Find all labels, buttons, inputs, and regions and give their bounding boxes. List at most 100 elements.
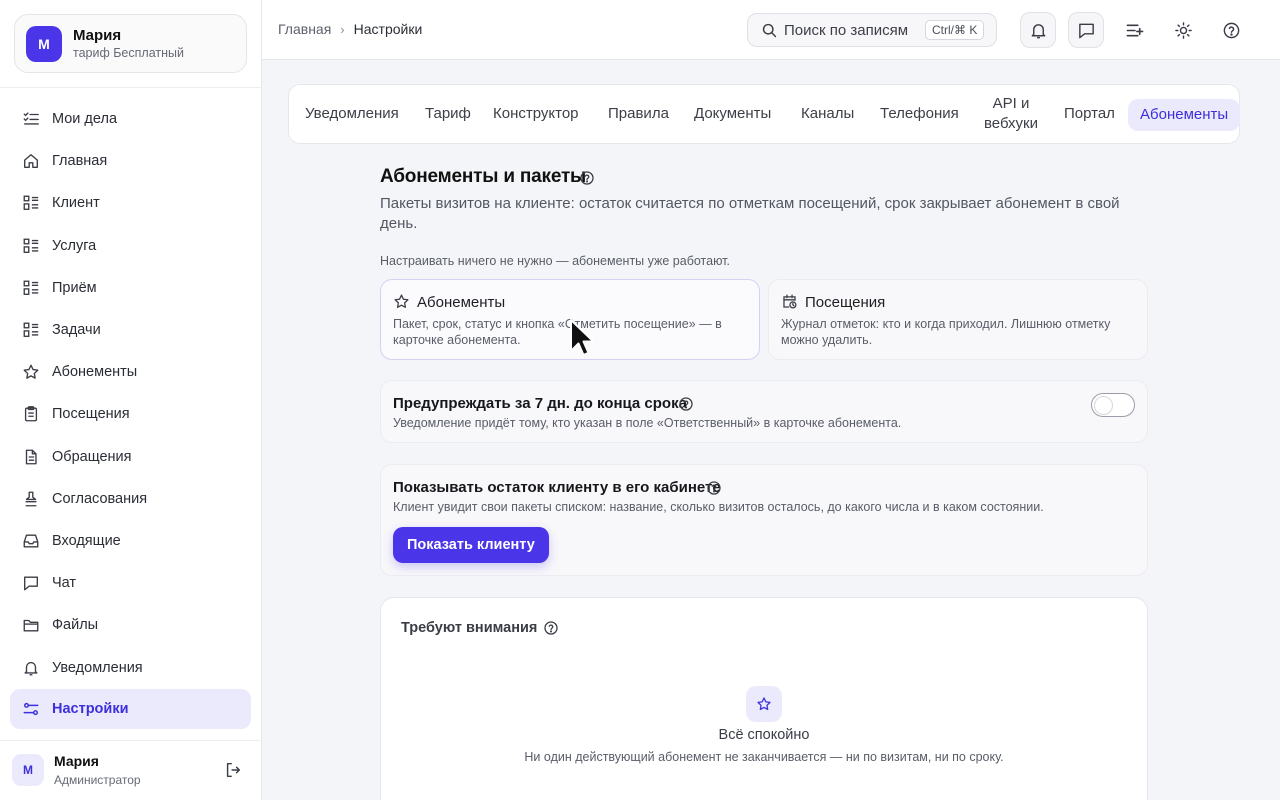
org-plan: тариф Бесплатный (73, 46, 184, 60)
empty-state-icon-box (746, 686, 782, 722)
sidebar-item-label: Задачи (52, 322, 101, 339)
sidebar-item-appointment[interactable]: Приём (10, 267, 251, 309)
sidebar-item-label: Посещения (52, 406, 130, 423)
list-icon (23, 196, 39, 211)
user-role: Администратор (54, 773, 141, 787)
attention-card: Требуют внимания Всё спокойно Ни один де… (380, 597, 1148, 800)
sidebar-item-chat[interactable]: Чат (10, 562, 251, 604)
tab-api-webhooks[interactable]: API и вебхуки (979, 85, 1043, 143)
logout-icon[interactable] (224, 761, 242, 779)
sidebar-item-inbox[interactable]: Входящие (10, 520, 251, 562)
user-name: Мария (54, 753, 99, 769)
sidebar-item-requests[interactable]: Обращения (10, 436, 251, 478)
user-profile[interactable]: М Мария Администратор (12, 752, 248, 788)
sidebar-item-label: Чат (52, 575, 77, 592)
sidebar-item-approvals[interactable]: Согласования (10, 478, 251, 520)
empty-state-title: Всё спокойно (718, 727, 810, 743)
tile-title: Абонементы (417, 294, 506, 311)
help-button[interactable] (1213, 12, 1249, 48)
breadcrumb-separator: › (340, 21, 345, 37)
sidebar-item-label: Входящие (52, 532, 121, 549)
bell-icon (1031, 23, 1045, 38)
setting-title: Предупреждать за 7 дн. до конца срока (393, 395, 687, 412)
folder-icon (23, 620, 39, 632)
notifications-button[interactable] (1020, 12, 1056, 48)
setting-title: Показывать остаток клиенту в его кабинет… (393, 479, 721, 496)
show-to-client-button[interactable]: Показать клиенту (393, 527, 549, 563)
star-icon (23, 364, 39, 380)
document-icon (25, 449, 37, 465)
tab-constructor[interactable]: Конструктор (493, 85, 579, 143)
settings-sliders-icon (23, 702, 39, 715)
search-box[interactable]: Ctrl/⌘ K (747, 13, 997, 47)
page-description: Пакеты визитов на клиенте: остаток счита… (380, 195, 1120, 232)
star-icon (394, 294, 409, 308)
sidebar: М Мария тариф Бесплатный Мои дела Главна… (0, 0, 262, 800)
sidebar-item-client[interactable]: Клиент (10, 182, 251, 224)
theme-toggle-button[interactable] (1165, 12, 1201, 48)
tile-description: Пакет, срок, статус и кнопка «Отметить п… (393, 317, 722, 347)
sidebar-item-label: Уведомления (52, 659, 143, 676)
help-icon[interactable] (543, 620, 559, 636)
calendar-clock-icon (783, 294, 797, 309)
tab-telephony[interactable]: Телефония (880, 85, 959, 143)
org-avatar: М (26, 26, 62, 62)
tab-notifications[interactable]: Уведомления (305, 85, 399, 143)
sidebar-item-label: Клиент (52, 195, 100, 212)
sidebar-item-settings[interactable]: Настройки (10, 688, 251, 729)
bell-icon (24, 661, 38, 675)
sidebar-item-notifications[interactable]: Уведомления (10, 646, 251, 688)
help-icon[interactable] (678, 396, 694, 412)
sidebar-item-my-tasks[interactable]: Мои дела (10, 98, 251, 140)
expiry-warning-setting: Предупреждать за 7 дн. до конца срока Ув… (380, 380, 1148, 443)
breadcrumb-current: Настройки (353, 21, 423, 37)
sidebar-item-tasks[interactable]: Задачи (10, 309, 251, 351)
expiry-warning-toggle[interactable] (1091, 393, 1135, 417)
tab-rules[interactable]: Правила (608, 85, 669, 143)
avatar: М (12, 754, 44, 786)
page-title: Абонементы и пакеты (380, 166, 587, 187)
setup-note: Настраивать ничего не нужно — абонементы… (380, 254, 730, 268)
list-icon (23, 322, 39, 338)
setting-description: Уведомление придёт тому, кто указан в по… (393, 416, 902, 430)
chat-icon (1078, 23, 1094, 38)
tab-channels[interactable]: Каналы (801, 85, 854, 143)
subscriptions-tile[interactable]: Абонементы Пакет, срок, статус и кнопка … (380, 279, 760, 360)
stamp-icon (25, 491, 37, 507)
sidebar-item-label: Абонементы (52, 364, 138, 381)
search-shortcut-hint: Ctrl/⌘ K (925, 20, 985, 40)
tab-portal[interactable]: Портал (1064, 85, 1115, 143)
list-icon (23, 238, 39, 253)
settings-tabs: Уведомления Тариф Конструктор Правила До… (288, 84, 1241, 144)
tab-plan[interactable]: Тариф (425, 85, 471, 143)
empty-state-description: Ни один действующий абонемент не заканчи… (524, 750, 1004, 764)
sidebar-item-files[interactable]: Файлы (10, 604, 251, 646)
tile-description: Журнал отметок: кто и когда приходил. Ли… (781, 317, 1111, 347)
sidebar-item-service[interactable]: Услуга (10, 225, 251, 267)
sidebar-divider (0, 740, 261, 741)
breadcrumb-home[interactable]: Главная (278, 21, 331, 37)
sidebar-item-subscriptions[interactable]: Абонементы (10, 351, 251, 393)
sidebar-item-home[interactable]: Главная (10, 140, 251, 182)
sidebar-item-label: Согласования (52, 490, 148, 507)
help-icon (1223, 22, 1239, 38)
org-switcher[interactable]: М Мария тариф Бесплатный (14, 14, 247, 73)
tile-title: Посещения (805, 294, 886, 311)
search-input[interactable] (784, 20, 916, 40)
messages-button[interactable] (1068, 12, 1104, 48)
setting-description: Клиент увидит свои пакеты списком: назва… (393, 500, 1044, 514)
tab-subscriptions[interactable]: Абонементы (1128, 99, 1241, 131)
list-add-icon (1126, 23, 1143, 37)
sidebar-item-visits[interactable]: Посещения (10, 393, 251, 435)
task-add-button[interactable] (1116, 12, 1152, 48)
help-icon[interactable] (706, 480, 722, 496)
sidebar-divider (0, 87, 261, 88)
tab-documents[interactable]: Документы (694, 85, 771, 143)
visits-tile[interactable]: Посещения Журнал отметок: кто и когда пр… (768, 279, 1148, 360)
home-icon (24, 154, 38, 169)
sidebar-item-label: Настройки (52, 700, 129, 717)
sun-icon (1174, 21, 1192, 39)
star-icon (757, 697, 771, 711)
sidebar-nav: Мои дела Главная Клиент Услуга Приём Зад… (10, 98, 251, 729)
help-icon[interactable] (579, 170, 595, 186)
